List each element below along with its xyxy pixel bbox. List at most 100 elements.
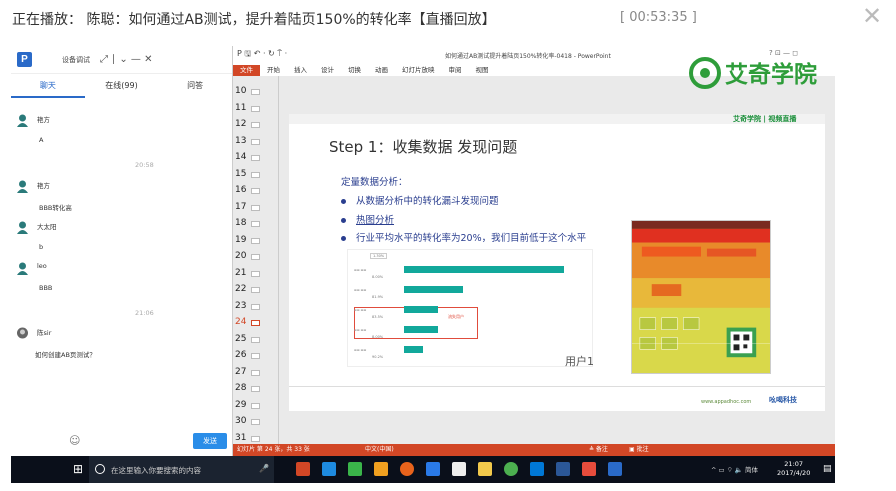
slide-number: 23 [235,300,247,311]
slide-number: 11 [235,102,247,113]
slide-thumbnail[interactable]: 20 [235,251,275,263]
playback-time: [ 00:53:35 ] [620,10,697,25]
slide-number: 10 [235,86,247,96]
slide-number: 26 [235,350,247,360]
slide-thumbnail[interactable]: 15 [235,169,275,181]
app-icon[interactable] [608,462,622,476]
app-icon[interactable] [426,462,440,476]
slide-thumbnail[interactable]: 23 [235,301,275,313]
tab-chat[interactable]: 聊天 [11,74,85,98]
wechat-icon[interactable] [348,462,362,476]
slide-thumbnail[interactable]: 16 [235,185,275,197]
edge-icon[interactable] [322,462,336,476]
current-slide: 艾奇学院 | 视频直播 Step 1：收集数据 发现问题 定量数据分析： 从数据… [289,114,825,411]
system-tray[interactable]: ^ ▭ ⌔ 🔈 简体 [711,464,758,474]
slide-thumbnail[interactable]: 27 [235,367,275,379]
slide-thumbnail[interactable]: 21 [235,268,275,280]
slide-number: 24 [235,317,247,327]
slide-thumbnail[interactable]: 18 [235,218,275,230]
firefox-icon[interactable] [400,462,414,476]
slide-thumbnail[interactable]: 28 [235,383,275,395]
slide-thumbnail[interactable]: 19 [235,235,275,247]
video-frame[interactable]: P 设备调试 ⤢ ∣ ⌄ — ✕ 聊天 在线(99) 问答 艳方 A 20:58… [11,46,835,483]
slide-thumbnail[interactable]: 13 [235,136,275,148]
slide-thumbnail[interactable]: 31 [235,433,275,445]
brand-name: 艾奇学院 [725,61,817,88]
slide-mini-preview [251,221,260,227]
slide-mini-preview [251,402,260,409]
media-player-icon[interactable] [374,462,388,476]
file-explorer-icon[interactable] [478,462,492,476]
taskbar-clock[interactable]: 21:07 2017/4/20 [777,460,810,478]
message-text: A [39,136,44,144]
app-icon[interactable] [530,462,544,476]
slide-mini-preview [251,303,260,310]
bullet-item[interactable]: 热图分析 [341,212,394,226]
slide-thumbnail[interactable]: 14 [235,152,275,164]
slide-thumbnail[interactable]: 25 [235,334,275,346]
ribbon-tab-home[interactable]: 开始 [260,65,287,76]
footer-company: 吆喝科技 [769,396,797,404]
app-icon[interactable] [556,462,570,476]
search-placeholder[interactable]: 在这里输入你要搜索的内容 [111,465,201,476]
slide-thumbnail[interactable]: 29 [235,400,275,412]
slide-thumbnail[interactable]: 11 [235,103,275,115]
ribbon-tab-slideshow[interactable]: 幻灯片放映 [395,65,442,76]
ribbon-tab-insert[interactable]: 插入 [287,65,314,76]
heatmap-link[interactable]: 热图分析 [356,215,394,226]
taskbar-search[interactable]: 在这里输入你要搜索的内容 🎤 [89,456,274,483]
quick-access-toolbar[interactable]: P 🖫 ↶ · ↻ ⍑ · [237,48,287,62]
ribbon-tab-design[interactable]: 设计 [314,65,341,76]
slide-thumbnail[interactable]: 30 [235,416,275,428]
slide-thumbnail[interactable]: 26 [235,350,275,362]
window-controls[interactable]: ⤢ ∣ ⌄ — ✕ [100,54,152,65]
windows-taskbar: ⊞ 在这里输入你要搜索的内容 🎤 ^ ▭ ⌔ 🔈 简体 21:07 2017/4… [11,456,835,483]
slide-thumbnail[interactable]: 24 [235,317,275,329]
ribbon-tab-review[interactable]: 审阅 [442,65,469,76]
slide-thumbnail[interactable]: 17 [235,202,275,214]
app-icon[interactable] [582,462,596,476]
emoji-icon[interactable]: ☺ [69,434,80,447]
close-icon[interactable]: ✕ [862,4,882,28]
slide-number: 27 [235,366,247,377]
tab-qa[interactable]: 问答 [158,74,232,98]
slide-number: 16 [235,185,247,195]
funnel-percent: 81.9% [372,295,384,299]
microphone-icon[interactable]: 🎤 [259,464,269,473]
start-button[interactable]: ⊞ [73,463,83,475]
chat-timestamp: 20:58 [135,161,154,169]
slide-header-logos: 艾奇学院 | 视频直播 [733,115,797,123]
ribbon-tab-animations[interactable]: 动画 [368,65,395,76]
slide-thumbnail[interactable]: 22 [235,284,275,296]
slide-mini-preview [251,171,260,178]
ribbon-tab-view[interactable]: 视图 [469,65,496,76]
chat-input-bar: ☺ 发送 [11,430,233,456]
slide-mini-preview [251,122,260,128]
ribbon-tab-transitions[interactable]: 切换 [341,65,368,76]
ribbon-tab-file[interactable]: 文件 [233,65,260,76]
slide-mini-preview [251,320,260,326]
powerpoint-taskbar-icon[interactable] [296,462,310,476]
tab-online[interactable]: 在线(99) [85,74,159,98]
slide-thumbnail[interactable]: 12 [235,119,275,131]
funnel-row-label: ▬▬ ▬▬ [354,268,367,272]
slide-thumbnail[interactable]: 10 [235,86,275,98]
send-button[interactable]: 发送 [193,433,227,449]
chat-tabs: 聊天 在线(99) 问答 [11,74,232,98]
message-author: leo [37,262,47,270]
store-icon[interactable] [452,462,466,476]
notes-button[interactable]: ≜ 备注 [589,444,608,456]
slide-number: 14 [235,152,247,162]
comments-button[interactable]: ▣ 批注 [629,444,649,456]
slide-mini-preview [251,287,260,293]
chat-panel: P 设备调试 ⤢ ∣ ⌄ — ✕ 聊天 在线(99) 问答 艳方 A 20:58… [11,46,233,456]
slide-mini-preview [251,254,260,260]
cortana-icon[interactable] [95,464,105,474]
funnel-percent: 90.2% [372,355,384,359]
chrome-icon[interactable] [504,462,518,476]
slide-mini-preview [251,435,260,442]
notification-icon[interactable]: ▤ [823,464,832,474]
chat-title: 设备调试 [62,55,90,64]
slide-mini-preview [251,369,260,376]
slide-mini-preview [251,188,260,194]
